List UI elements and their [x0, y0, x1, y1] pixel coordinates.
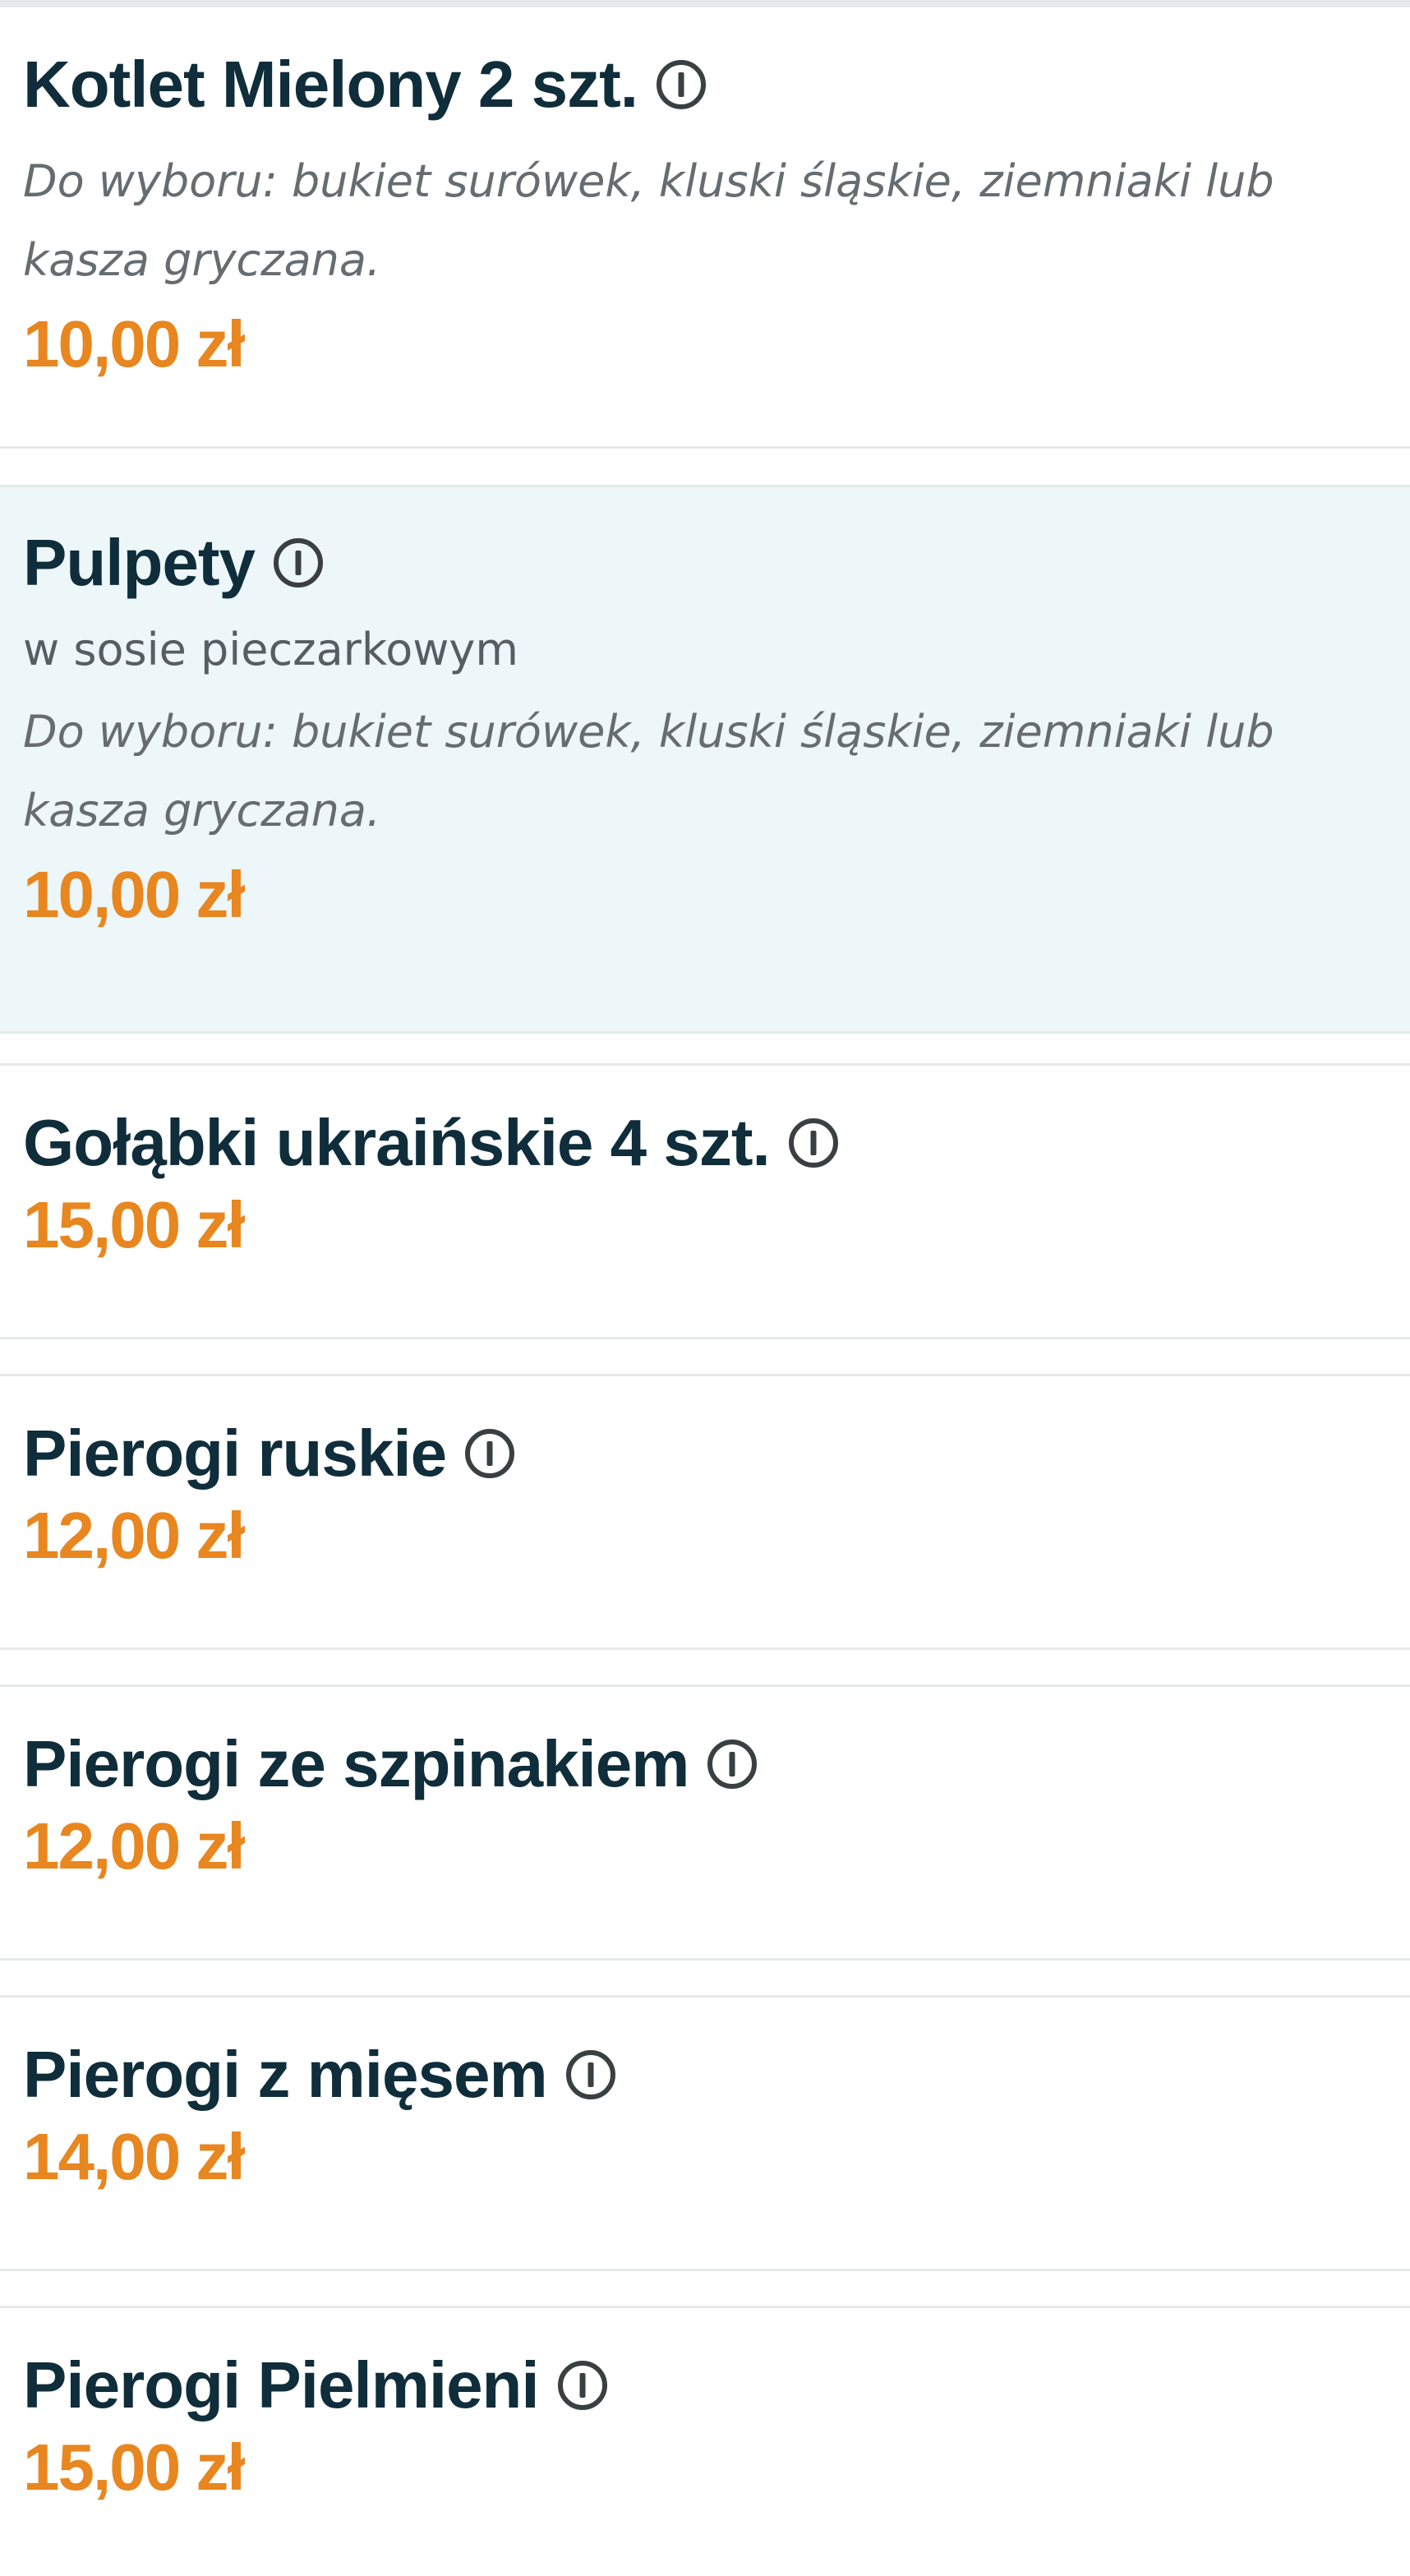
menu-item-pierogi-pielmieni[interactable]: Pierogi Pielmieni 15,00 zł	[0, 2306, 1410, 2576]
menu-item-price: 15,00 zł	[23, 1188, 246, 1261]
menu-item-title: Pierogi ze szpinakiem	[23, 1727, 689, 1800]
info-icon[interactable]	[271, 536, 325, 590]
menu-item-title: Pierogi ruskie	[23, 1417, 447, 1490]
menu-item-price: 10,00 zł	[23, 858, 246, 931]
info-icon[interactable]	[463, 1426, 517, 1481]
menu-item-title: Kotlet Mielony 2 szt.	[23, 48, 638, 121]
menu-list: Kotlet Mielony 2 szt. Do wyboru: bukiet …	[0, 0, 1410, 2576]
menu-item-description: Do wyboru: bukiet surówek, kluski śląski…	[23, 706, 1274, 836]
info-icon[interactable]	[705, 1737, 759, 1791]
info-icon[interactable]	[555, 2358, 610, 2412]
menu-item-pierogi-z-miesem[interactable]: Pierogi z mięsem 14,00 zł	[0, 1995, 1410, 2271]
menu-item-pulpety[interactable]: Pulpety w sosie pieczarkowym Do wyboru: …	[0, 485, 1410, 1034]
menu-item-price: 10,00 zł	[23, 307, 246, 380]
menu-item-price: 14,00 zł	[23, 2120, 246, 2193]
menu-item-pierogi-ruskie[interactable]: Pierogi ruskie 12,00 zł	[0, 1374, 1410, 1650]
info-icon[interactable]	[654, 58, 708, 112]
menu-item-kotlet-mielony[interactable]: Kotlet Mielony 2 szt. Do wyboru: bukiet …	[0, 5, 1410, 449]
menu-item-subtitle: w sosie pieczarkowym	[23, 624, 518, 675]
menu-item-title: Pulpety	[23, 526, 256, 599]
menu-item-golabki-ukrainskie[interactable]: Gołąbki ukraińskie 4 szt. 15,00 zł	[0, 1063, 1410, 1339]
menu-item-title: Gołąbki ukraińskie 4 szt.	[23, 1106, 771, 1179]
menu-item-price: 12,00 zł	[23, 1809, 246, 1882]
menu-item-title: Pierogi Pielmieni	[23, 2348, 540, 2422]
menu-item-title: Pierogi z mięsem	[23, 2038, 548, 2111]
menu-item-price: 15,00 zł	[23, 2431, 246, 2504]
menu-item-description: Do wyboru: bukiet surówek, kluski śląski…	[23, 155, 1274, 286]
menu-item-price: 12,00 zł	[23, 1499, 246, 1572]
info-icon[interactable]	[786, 1116, 841, 1170]
menu-item-pierogi-ze-szpinakiem[interactable]: Pierogi ze szpinakiem 12,00 zł	[0, 1684, 1410, 1961]
info-icon[interactable]	[564, 2048, 618, 2102]
